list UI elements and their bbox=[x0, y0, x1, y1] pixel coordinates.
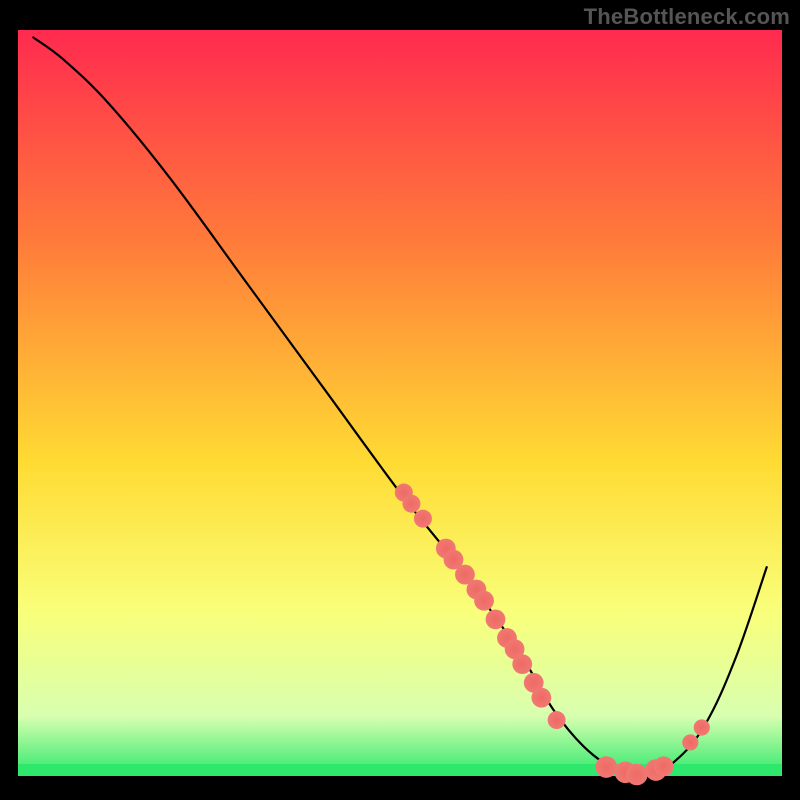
plot-gradient-background bbox=[18, 30, 782, 776]
scatter-point bbox=[414, 510, 432, 528]
scatter-point bbox=[694, 719, 710, 735]
scatter-point bbox=[548, 711, 566, 729]
scatter-point bbox=[682, 734, 698, 750]
scatter-point bbox=[474, 591, 494, 611]
watermark-text: TheBottleneck.com bbox=[584, 4, 790, 30]
scatter-point bbox=[531, 688, 551, 708]
scatter-point bbox=[402, 495, 420, 513]
chart-svg bbox=[0, 0, 800, 800]
scatter-point bbox=[595, 756, 617, 778]
scatter-point bbox=[486, 609, 506, 629]
chart-stage: TheBottleneck.com bbox=[0, 0, 800, 800]
scatter-point bbox=[512, 654, 532, 674]
scatter-point bbox=[654, 756, 674, 776]
scatter-point bbox=[626, 764, 648, 786]
